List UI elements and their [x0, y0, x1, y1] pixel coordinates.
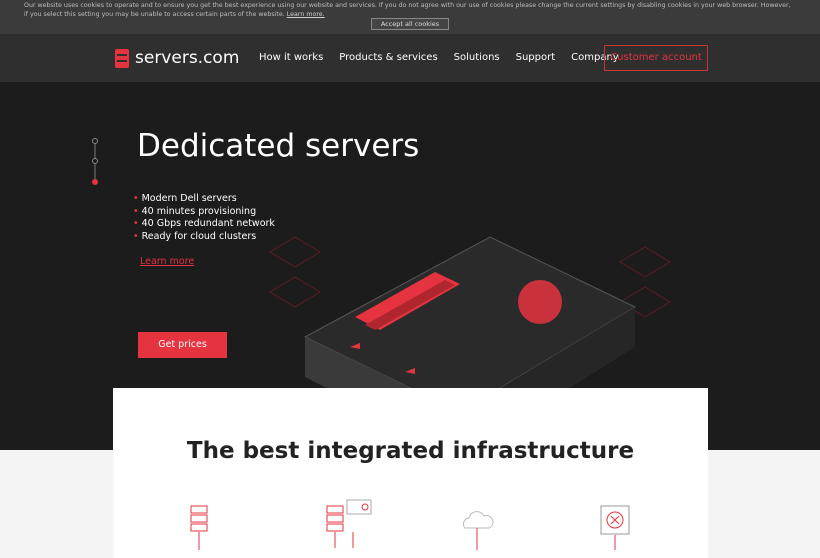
logo[interactable]: servers.com	[115, 48, 239, 68]
logo-text: servers.com	[135, 48, 240, 68]
cookie-text: Our website uses cookies to operate and …	[24, 2, 791, 18]
bullet: 40 Gbps redundant network	[133, 218, 275, 231]
cookie-banner: Our website uses cookies to operate and …	[0, 0, 820, 34]
cloud-icon	[462, 511, 494, 550]
hero-title: Dedicated servers	[137, 128, 420, 164]
bullet: 40 minutes provisioning	[133, 206, 275, 219]
get-prices-button[interactable]: Get prices	[138, 332, 227, 358]
chip-icon	[600, 505, 630, 550]
top-nav: servers.com How it works Products & serv…	[0, 34, 820, 82]
logo-icon	[115, 48, 129, 68]
nav-how-it-works[interactable]: How it works	[259, 52, 323, 63]
accept-cookies-button[interactable]: Accept all cookies	[371, 18, 449, 30]
cookie-learn-more-link[interactable]: Learn more.	[287, 11, 325, 18]
slide-indicator[interactable]	[92, 138, 98, 186]
nav-products-services[interactable]: Products & services	[339, 52, 437, 63]
section-title: The best integrated infrastructure	[186, 438, 635, 464]
bullet: Ready for cloud clusters	[133, 231, 275, 244]
customer-account-button[interactable]: Customer account	[604, 45, 708, 71]
hero-bullets: Modern Dell servers 40 minutes provision…	[133, 193, 275, 243]
server-config-icon	[326, 499, 372, 548]
nav-support[interactable]: Support	[516, 52, 556, 63]
nav-solutions[interactable]: Solutions	[454, 52, 500, 63]
server-rack-icon	[190, 505, 208, 550]
bullet: Modern Dell servers	[133, 193, 275, 206]
infrastructure-section: The best integrated infrastructure	[113, 388, 708, 558]
learn-more-link[interactable]: Learn more	[140, 256, 194, 267]
